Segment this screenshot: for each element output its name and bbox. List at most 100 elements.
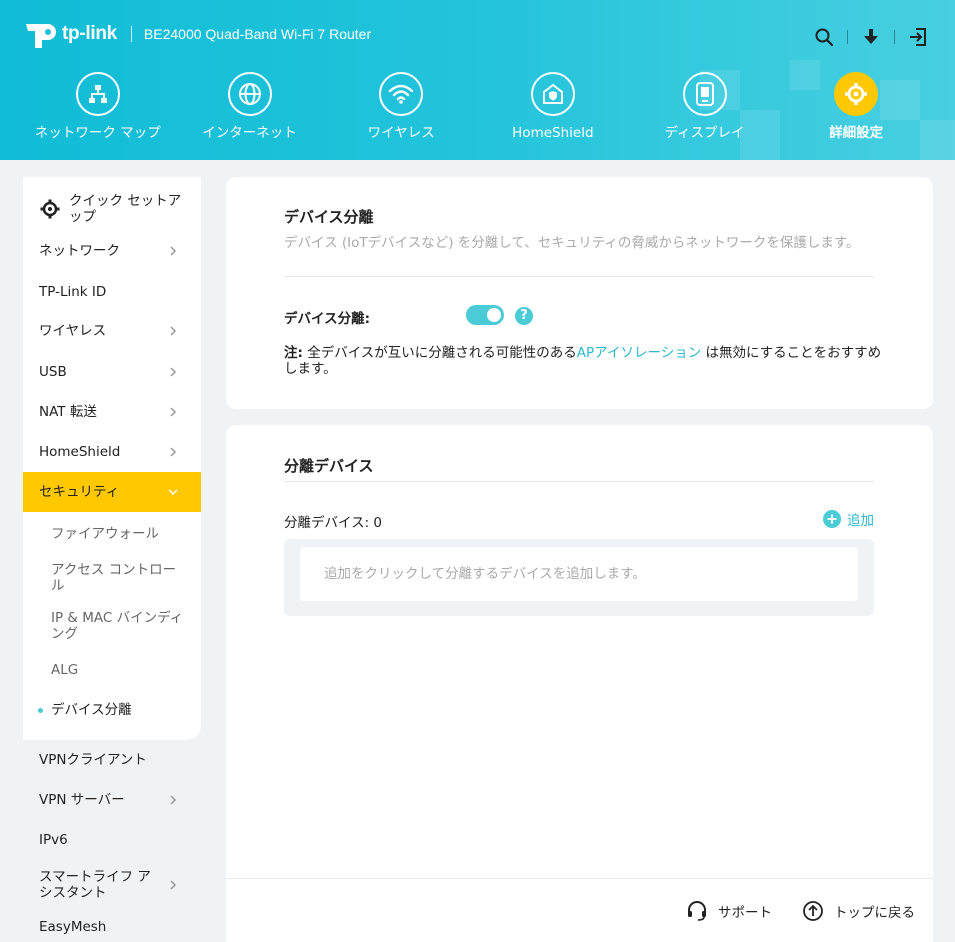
sidebar-sub-device-isolation[interactable]: デバイス分離 bbox=[23, 702, 201, 718]
sidebar-item-network[interactable]: ネットワーク bbox=[23, 231, 201, 271]
router-model: BE24000 Quad-Band Wi-Fi 7 Router bbox=[143, 26, 372, 42]
support-link[interactable]: サポート bbox=[686, 900, 772, 922]
chevron-right-icon bbox=[170, 795, 177, 805]
sidebar-item-label: セキュリティ bbox=[39, 484, 120, 500]
sidebar-item-label: EasyMesh bbox=[39, 919, 107, 935]
sidebar-item-label: ワイヤレス bbox=[39, 323, 107, 339]
headset-icon bbox=[688, 901, 706, 921]
note-body: 全デバイスが互いに分離される可能性のある bbox=[302, 345, 577, 361]
chevron-right-icon bbox=[170, 880, 177, 890]
isolated-devices-card: 分離デバイス 分離デバイス: 0 追加 追加をクリックして分離するデバイスを追加… bbox=[226, 425, 933, 942]
nav-label: 詳細設定 bbox=[829, 125, 884, 141]
back-to-top-link[interactable]: トップに戻る bbox=[802, 900, 915, 922]
empty-placeholder: 追加をクリックして分離するデバイスを追加します。 bbox=[300, 547, 858, 601]
network-map-icon bbox=[75, 72, 120, 116]
help-icon[interactable]: ? bbox=[515, 307, 533, 325]
chevron-right-icon bbox=[170, 246, 177, 256]
sidebar-item-quick-setup[interactable]: クイック セットアップ bbox=[23, 189, 201, 229]
sidebar-sub-label: IP & MAC バインディング bbox=[51, 610, 184, 642]
sidebar-item-label: クイック セットアップ bbox=[69, 193, 182, 225]
sidebar-item-homeshield[interactable]: HomeShield bbox=[23, 432, 201, 472]
sidebar: クイック セットアップ ネットワーク TP-Link ID ワイヤレス USB … bbox=[23, 177, 201, 942]
current-indicator bbox=[38, 708, 43, 713]
divider bbox=[284, 276, 874, 277]
device-list: 追加をクリックして分離するデバイスを追加します。 bbox=[284, 539, 874, 616]
chevron-right-icon bbox=[170, 367, 177, 377]
section-title: 分離デバイス bbox=[284, 457, 374, 475]
sidebar-sub-firewall[interactable]: ファイアウォール bbox=[23, 526, 201, 542]
arrow-up-circle-icon bbox=[803, 901, 823, 921]
gear-icon bbox=[834, 72, 879, 116]
device-isolation-toggle[interactable] bbox=[466, 305, 504, 325]
plus-circle-icon bbox=[823, 510, 841, 528]
back-to-top-label: トップに戻る bbox=[834, 905, 915, 921]
nav-advanced[interactable]: 詳細設定 bbox=[780, 72, 932, 160]
sidebar-item-tplink-id[interactable]: TP-Link ID bbox=[23, 272, 201, 312]
sidebar-item-security[interactable]: セキュリティ bbox=[23, 472, 201, 512]
nav-label: インターネット bbox=[202, 125, 297, 141]
sidebar-item-label: スマートライフ アシスタント bbox=[39, 869, 151, 901]
nav-label: ワイヤレス bbox=[367, 125, 435, 141]
sidebar-item-vpn-client[interactable]: VPNクライアント bbox=[23, 740, 201, 780]
chevron-right-icon bbox=[170, 407, 177, 417]
support-label: サポート bbox=[718, 905, 772, 921]
sidebar-item-ipv6[interactable]: IPv6 bbox=[23, 820, 201, 860]
sidebar-item-label: TP-Link ID bbox=[39, 284, 107, 300]
sidebar-sub-label: ALG bbox=[51, 662, 79, 678]
sidebar-item-smart-life[interactable]: スマートライフ アシスタント bbox=[23, 863, 201, 907]
sidebar-item-label: IPv6 bbox=[39, 832, 68, 848]
sidebar-item-label: VPNクライアント bbox=[39, 752, 147, 768]
nav-homeshield[interactable]: HomeShield bbox=[477, 72, 629, 160]
divider bbox=[284, 481, 874, 482]
nav-label: ディスプレイ bbox=[664, 125, 745, 141]
sidebar-sub-label: ファイアウォール bbox=[51, 526, 159, 542]
nav-network-map[interactable]: ネットワーク マップ bbox=[22, 72, 174, 160]
toggle-label: デバイス分離: bbox=[284, 311, 370, 327]
nav-label: ネットワーク マップ bbox=[34, 125, 161, 141]
sidebar-item-easymesh[interactable]: EasyMesh bbox=[23, 912, 201, 942]
chevron-right-icon bbox=[170, 326, 177, 336]
sidebar-item-wireless[interactable]: ワイヤレス bbox=[23, 311, 201, 351]
sidebar-item-usb[interactable]: USB bbox=[23, 352, 201, 392]
isolated-device-count: 分離デバイス: 0 bbox=[284, 515, 383, 531]
note-text: 注: 全デバイスが互いに分離される可能性のあるAPアイソレーション は無効にする… bbox=[284, 345, 884, 377]
section-title: デバイス分離 bbox=[284, 208, 374, 226]
add-device-button[interactable]: 追加 bbox=[823, 509, 874, 529]
note-prefix: 注: bbox=[284, 345, 303, 361]
sidebar-sub-label: デバイス分離 bbox=[51, 702, 132, 718]
brand-divider bbox=[130, 26, 132, 42]
display-icon bbox=[682, 72, 727, 116]
chevron-right-icon bbox=[170, 447, 177, 457]
device-isolation-card: デバイス分離 デバイス (IoTデバイスなど) を分離して、セキュリティの脅威か… bbox=[226, 177, 933, 409]
search-icon[interactable] bbox=[813, 26, 835, 48]
section-description: デバイス (IoTデバイスなど) を分離して、セキュリティの脅威からネットワーク… bbox=[284, 235, 860, 251]
brand-name: tp-link bbox=[62, 23, 117, 44]
top-header: tp-link BE24000 Quad-Band Wi-Fi 7 Router… bbox=[0, 0, 955, 160]
icon-divider bbox=[894, 30, 895, 44]
footer-divider bbox=[226, 878, 933, 879]
sidebar-item-label: USB bbox=[39, 364, 67, 380]
sidebar-sub-ip-mac-binding[interactable]: IP & MAC バインディング bbox=[23, 610, 188, 642]
ap-isolation-link[interactable]: APアイソレーション bbox=[577, 345, 701, 361]
wifi-icon bbox=[379, 72, 424, 116]
header-actions bbox=[813, 26, 929, 48]
nav-internet[interactable]: インターネット bbox=[174, 72, 326, 160]
homeshield-icon bbox=[530, 72, 575, 116]
sidebar-sub-alg[interactable]: ALG bbox=[23, 662, 201, 678]
sidebar-item-label: NAT 転送 bbox=[39, 404, 97, 420]
nav-label: HomeShield bbox=[512, 125, 594, 141]
chevron-down-icon bbox=[168, 489, 178, 496]
sidebar-item-vpn-server[interactable]: VPN サーバー bbox=[23, 780, 201, 820]
sidebar-item-label: VPN サーバー bbox=[39, 792, 125, 808]
nav-wireless[interactable]: ワイヤレス bbox=[325, 72, 477, 160]
logout-icon[interactable] bbox=[907, 26, 929, 48]
globe-icon bbox=[227, 72, 272, 116]
nav-display[interactable]: ディスプレイ bbox=[629, 72, 781, 160]
sidebar-sub-access-control[interactable]: アクセス コントロール bbox=[23, 562, 188, 594]
sidebar-sub-label: アクセス コントロール bbox=[51, 562, 177, 594]
add-device-label: 追加 bbox=[847, 513, 874, 529]
main-nav: ネットワーク マップ インターネット ワイヤレス HomeShield ディスプ… bbox=[22, 72, 932, 160]
download-icon[interactable] bbox=[860, 26, 882, 48]
sidebar-item-nat[interactable]: NAT 転送 bbox=[23, 392, 201, 432]
icon-divider bbox=[847, 30, 848, 44]
